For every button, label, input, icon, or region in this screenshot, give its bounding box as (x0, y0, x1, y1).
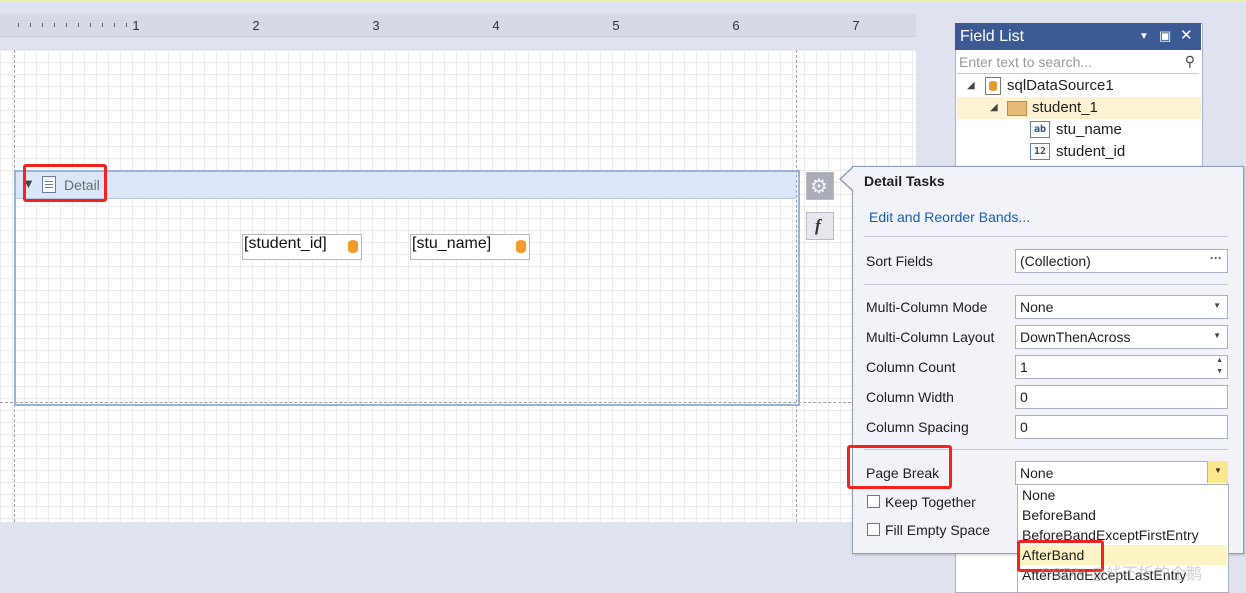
detail-highlight-box (23, 164, 107, 202)
database-icon (516, 240, 526, 253)
keep-together-checkbox[interactable] (867, 495, 880, 508)
page-break-value: None (1020, 465, 1054, 481)
chevron-down-icon[interactable]: ▼ (1213, 301, 1221, 310)
ruler-tick (30, 23, 31, 27)
horizontal-ruler: 1 2 3 4 5 6 7 (0, 14, 916, 37)
field-list-titlebar: Field List ▼ ▣ ✕ (955, 23, 1201, 50)
spin-down-icon[interactable]: ▼ (1216, 368, 1223, 375)
keep-together-label: Keep Together (885, 494, 976, 510)
page-break-highlight-box (847, 445, 952, 489)
option-none[interactable]: None (1022, 487, 1055, 503)
ruler-tick (78, 23, 79, 27)
ruler-tick (18, 23, 19, 27)
sort-fields-label: Sort Fields (866, 253, 933, 269)
page-break-dropdown-button[interactable]: ▼ (1207, 461, 1228, 483)
divider (864, 284, 1228, 285)
expand-arrow-icon[interactable]: ◢ (990, 102, 998, 113)
multi-column-mode-label: Multi-Column Mode (866, 299, 988, 315)
ruler-number: 4 (492, 18, 500, 33)
chevron-down-icon[interactable]: ▼ (1213, 331, 1221, 340)
ruler-number: 3 (372, 18, 380, 33)
tree-item-label: stu_name (1056, 121, 1122, 138)
tree-item-label: student_id (1056, 143, 1126, 160)
column-width-input[interactable]: 0 (1015, 385, 1228, 409)
ruler-number: 1 (132, 18, 140, 33)
ruler-tick (114, 23, 115, 27)
table-icon (1007, 101, 1027, 116)
ruler-number: 6 (732, 18, 740, 33)
column-count-stepper[interactable]: 1 ▲ ▼ (1015, 355, 1228, 379)
search-placeholder: Enter text to search... (959, 54, 1093, 70)
ruler-tick (102, 23, 103, 27)
tree-item-field[interactable]: 12 student_id (957, 141, 1201, 163)
database-icon (348, 240, 358, 253)
fill-empty-space-label: Fill Empty Space (885, 522, 991, 538)
page-break-select[interactable]: None (1015, 461, 1228, 485)
ruler-number: 5 (612, 18, 620, 33)
column-spacing-label: Column Spacing (866, 419, 969, 435)
column-spacing-value: 0 (1020, 419, 1028, 435)
gear-icon: ⚙ (810, 176, 828, 198)
multi-column-layout-select[interactable]: DownThenAcross ▼ (1015, 325, 1228, 349)
database-icon (985, 77, 1001, 95)
multi-column-layout-value: DownThenAcross (1020, 329, 1131, 345)
multi-column-layout-label: Multi-Column Layout (866, 329, 995, 345)
field-list-title: Field List (960, 28, 1025, 45)
detail-band-header[interactable]: ▼ Detail (16, 172, 796, 199)
sort-fields-input[interactable]: (Collection) ··· (1015, 249, 1228, 273)
watermark: CSDN @线不折的企鹅 (1040, 566, 1203, 583)
multi-column-mode-select[interactable]: None ▼ (1015, 295, 1228, 319)
maximize-icon[interactable]: ▣ (1159, 28, 1171, 44)
multi-column-mode-value: None (1020, 299, 1054, 315)
option-before-band[interactable]: BeforeBand (1022, 507, 1096, 523)
expressions-button[interactable]: f (806, 212, 834, 240)
tree-item-label: sqlDataSource1 (1007, 77, 1114, 94)
edit-reorder-bands-link[interactable]: Edit and Reorder Bands... (869, 209, 1030, 225)
stu-name-field[interactable]: [stu_name] (410, 234, 530, 260)
tree-item-label: student_1 (1032, 99, 1098, 116)
tree-item-table[interactable]: ◢ student_1 (957, 97, 1201, 119)
ruler-tick (90, 23, 91, 27)
divider (864, 236, 1228, 237)
student-id-field[interactable]: [student_id] (242, 234, 362, 260)
smart-tag-button[interactable]: ⚙ (806, 172, 834, 200)
ruler-tick (126, 23, 127, 27)
expand-arrow-icon[interactable]: ◢ (967, 80, 975, 91)
number-field-icon: 12 (1030, 143, 1050, 160)
fill-empty-space-checkbox[interactable] (867, 523, 880, 536)
search-icon[interactable]: ⚲ (1185, 53, 1195, 70)
column-spacing-input[interactable]: 0 (1015, 415, 1228, 439)
tasks-title: Detail Tasks (864, 173, 945, 189)
column-width-value: 0 (1020, 389, 1028, 405)
spin-up-icon[interactable]: ▲ (1216, 357, 1223, 364)
ruler-number: 7 (852, 18, 860, 33)
tree-item-datasource[interactable]: ◢ sqlDataSource1 (957, 75, 1201, 97)
text-field-icon: ab (1030, 121, 1050, 138)
chevron-down-icon: ▼ (1214, 466, 1222, 475)
detail-band[interactable] (14, 170, 800, 406)
popup-pointer-fill (841, 168, 853, 190)
sort-fields-value: (Collection) (1020, 253, 1091, 269)
column-count-value: 1 (1020, 359, 1028, 375)
tree-item-field[interactable]: ab stu_name (957, 119, 1201, 141)
column-count-label: Column Count (866, 359, 956, 375)
field-search-input[interactable]: Enter text to search... ⚲ (957, 51, 1199, 74)
ellipsis-button[interactable]: ··· (1210, 251, 1222, 265)
top-edge (0, 0, 1246, 2)
ruler-tick (66, 23, 67, 27)
field-expression: [stu_name] (412, 235, 492, 252)
ruler-tick (54, 23, 55, 27)
ruler-tick (42, 23, 43, 27)
dropdown-icon[interactable]: ▼ (1139, 31, 1149, 42)
field-expression: [student_id] (244, 235, 327, 252)
column-width-label: Column Width (866, 389, 954, 405)
ruler-number: 2 (252, 18, 260, 33)
close-icon[interactable]: ✕ (1180, 26, 1193, 44)
function-icon: f (815, 216, 821, 235)
